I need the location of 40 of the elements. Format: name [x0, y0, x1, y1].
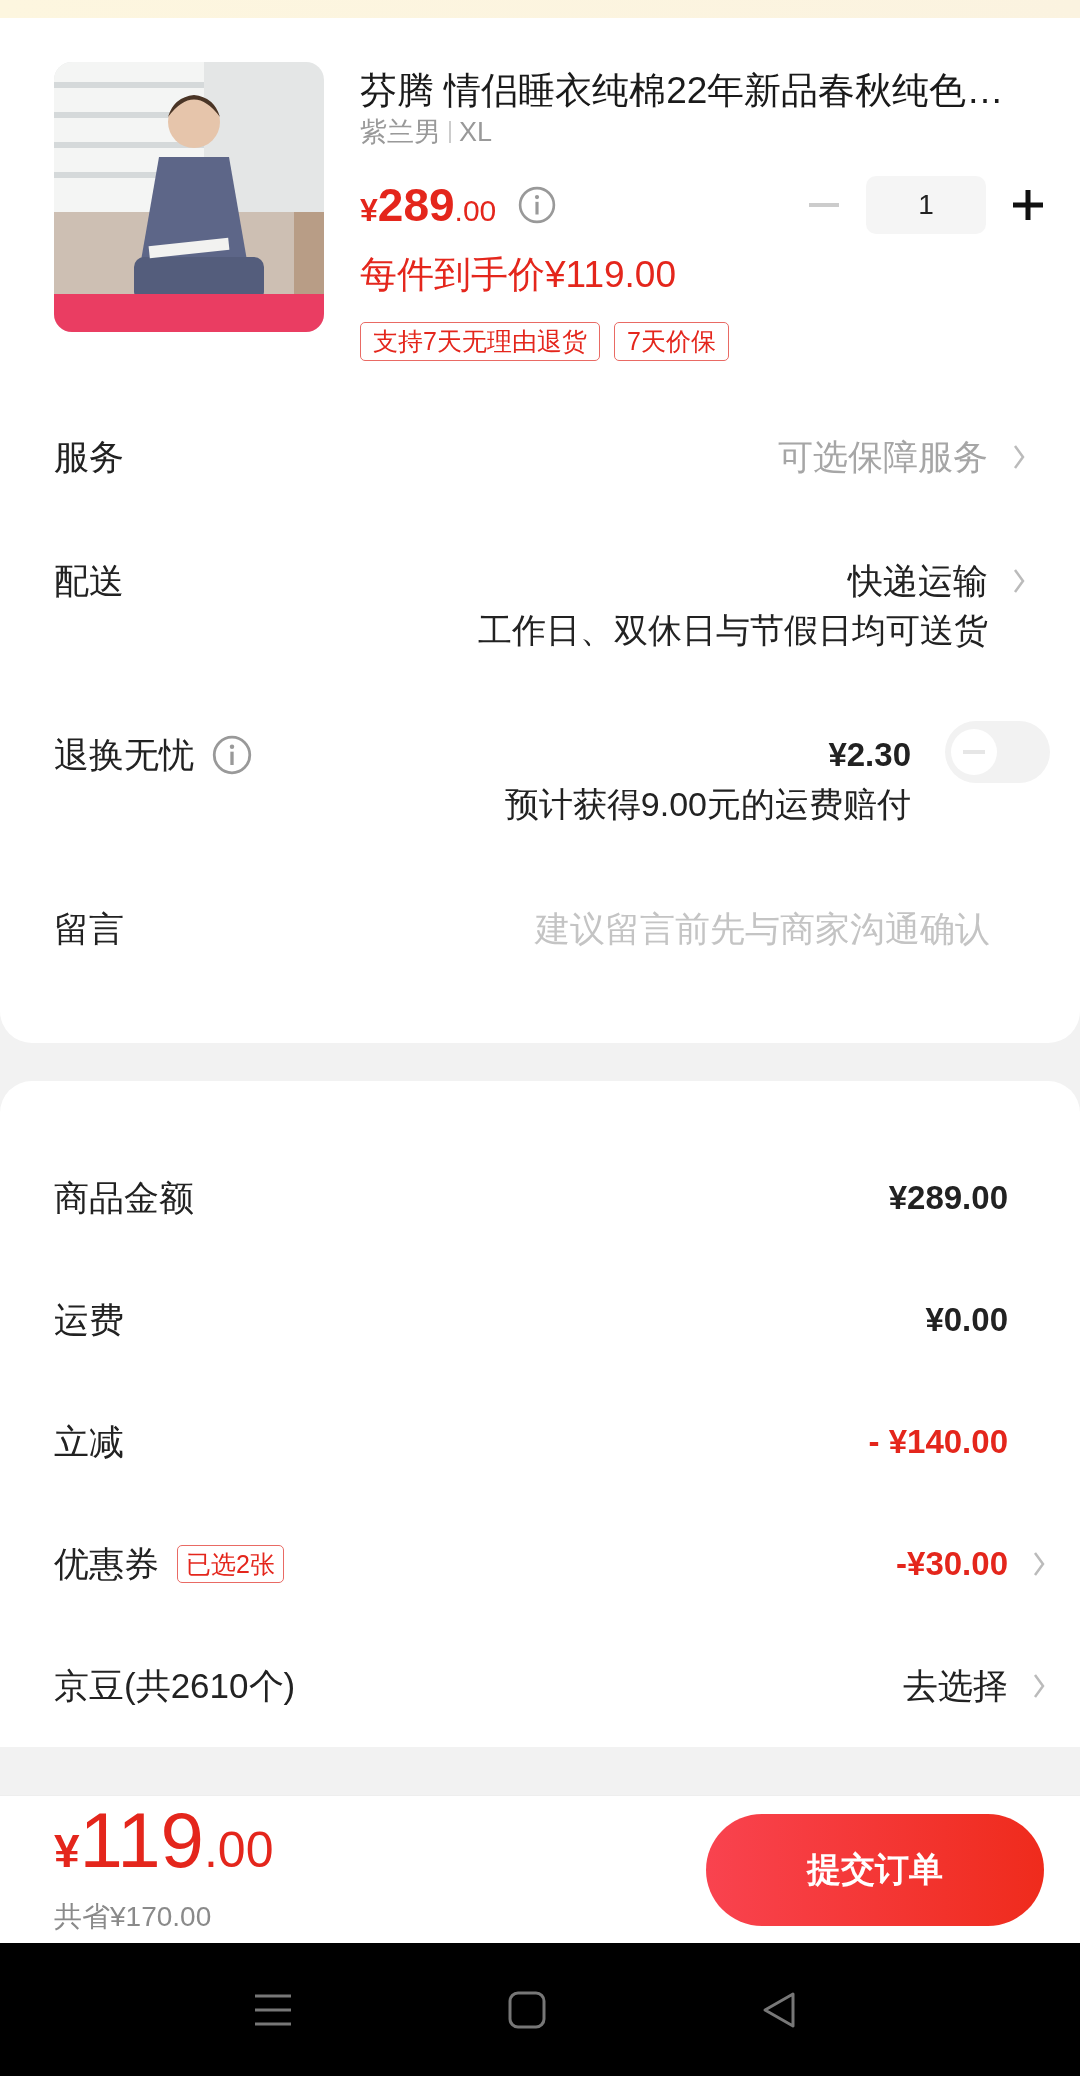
summary-label: 京豆(共2610个)	[54, 1665, 296, 1707]
summary-value-link[interactable]: 去选择	[903, 1662, 1008, 1710]
option-value-link[interactable]: 快递运输	[848, 557, 988, 605]
home-icon[interactable]	[508, 1990, 546, 2029]
back-icon[interactable]	[761, 1990, 797, 2029]
saved-amount: 共省¥170.00	[54, 1899, 213, 1934]
compensation-note: 预计获得9.00元的运费赔付	[504, 784, 911, 825]
delivery-note: 工作日、双休日与节假日均可送货	[478, 610, 988, 651]
summary-label: 运费	[54, 1299, 124, 1341]
option-label: 服务	[54, 436, 124, 478]
service-tag: 支持7天无理由退货	[360, 322, 600, 361]
option-label: 留言	[54, 908, 124, 950]
submit-order-button[interactable]: 提交订单	[706, 1813, 1044, 1926]
product-size: XL	[459, 116, 493, 148]
info-icon[interactable]	[518, 186, 557, 224]
summary-value: ¥0.00	[925, 1300, 1008, 1340]
service-tag: 7天价保	[613, 322, 729, 361]
product-title[interactable]: 芬腾 情侣睡衣纯棉22年新品春秋纯色…	[360, 68, 1046, 114]
menu-icon[interactable]	[253, 1992, 293, 2027]
product-price: ¥289.00	[360, 178, 497, 232]
option-price: ¥2.30	[828, 735, 911, 775]
quantity-field[interactable]: 1	[866, 176, 986, 234]
chevron-right-icon	[1012, 567, 1026, 595]
summary-value-link[interactable]: -¥30.00	[896, 1540, 1008, 1588]
product-spec: 紫兰男	[360, 116, 441, 149]
summary-value: - ¥140.00	[868, 1422, 1008, 1462]
summary-label: 优惠券	[54, 1543, 159, 1585]
chevron-right-icon	[1012, 443, 1026, 471]
minus-icon	[809, 203, 839, 207]
summary-label: 商品金额	[54, 1177, 194, 1219]
message-field[interactable]: 建议留言前先与商家沟通确认	[330, 905, 990, 953]
info-icon[interactable]	[212, 735, 252, 775]
summary-label: 立减	[54, 1421, 124, 1463]
option-label: 配送	[54, 560, 124, 602]
coupon-badge: 已选2张	[177, 1545, 284, 1583]
summary-value: ¥289.00	[888, 1178, 1008, 1218]
option-label: 退换无忧	[54, 734, 194, 776]
unit-price: 每件到手价¥119.00	[360, 253, 677, 297]
total-price: ¥119.00	[54, 1803, 274, 1886]
increase-button[interactable]	[1010, 187, 1046, 223]
